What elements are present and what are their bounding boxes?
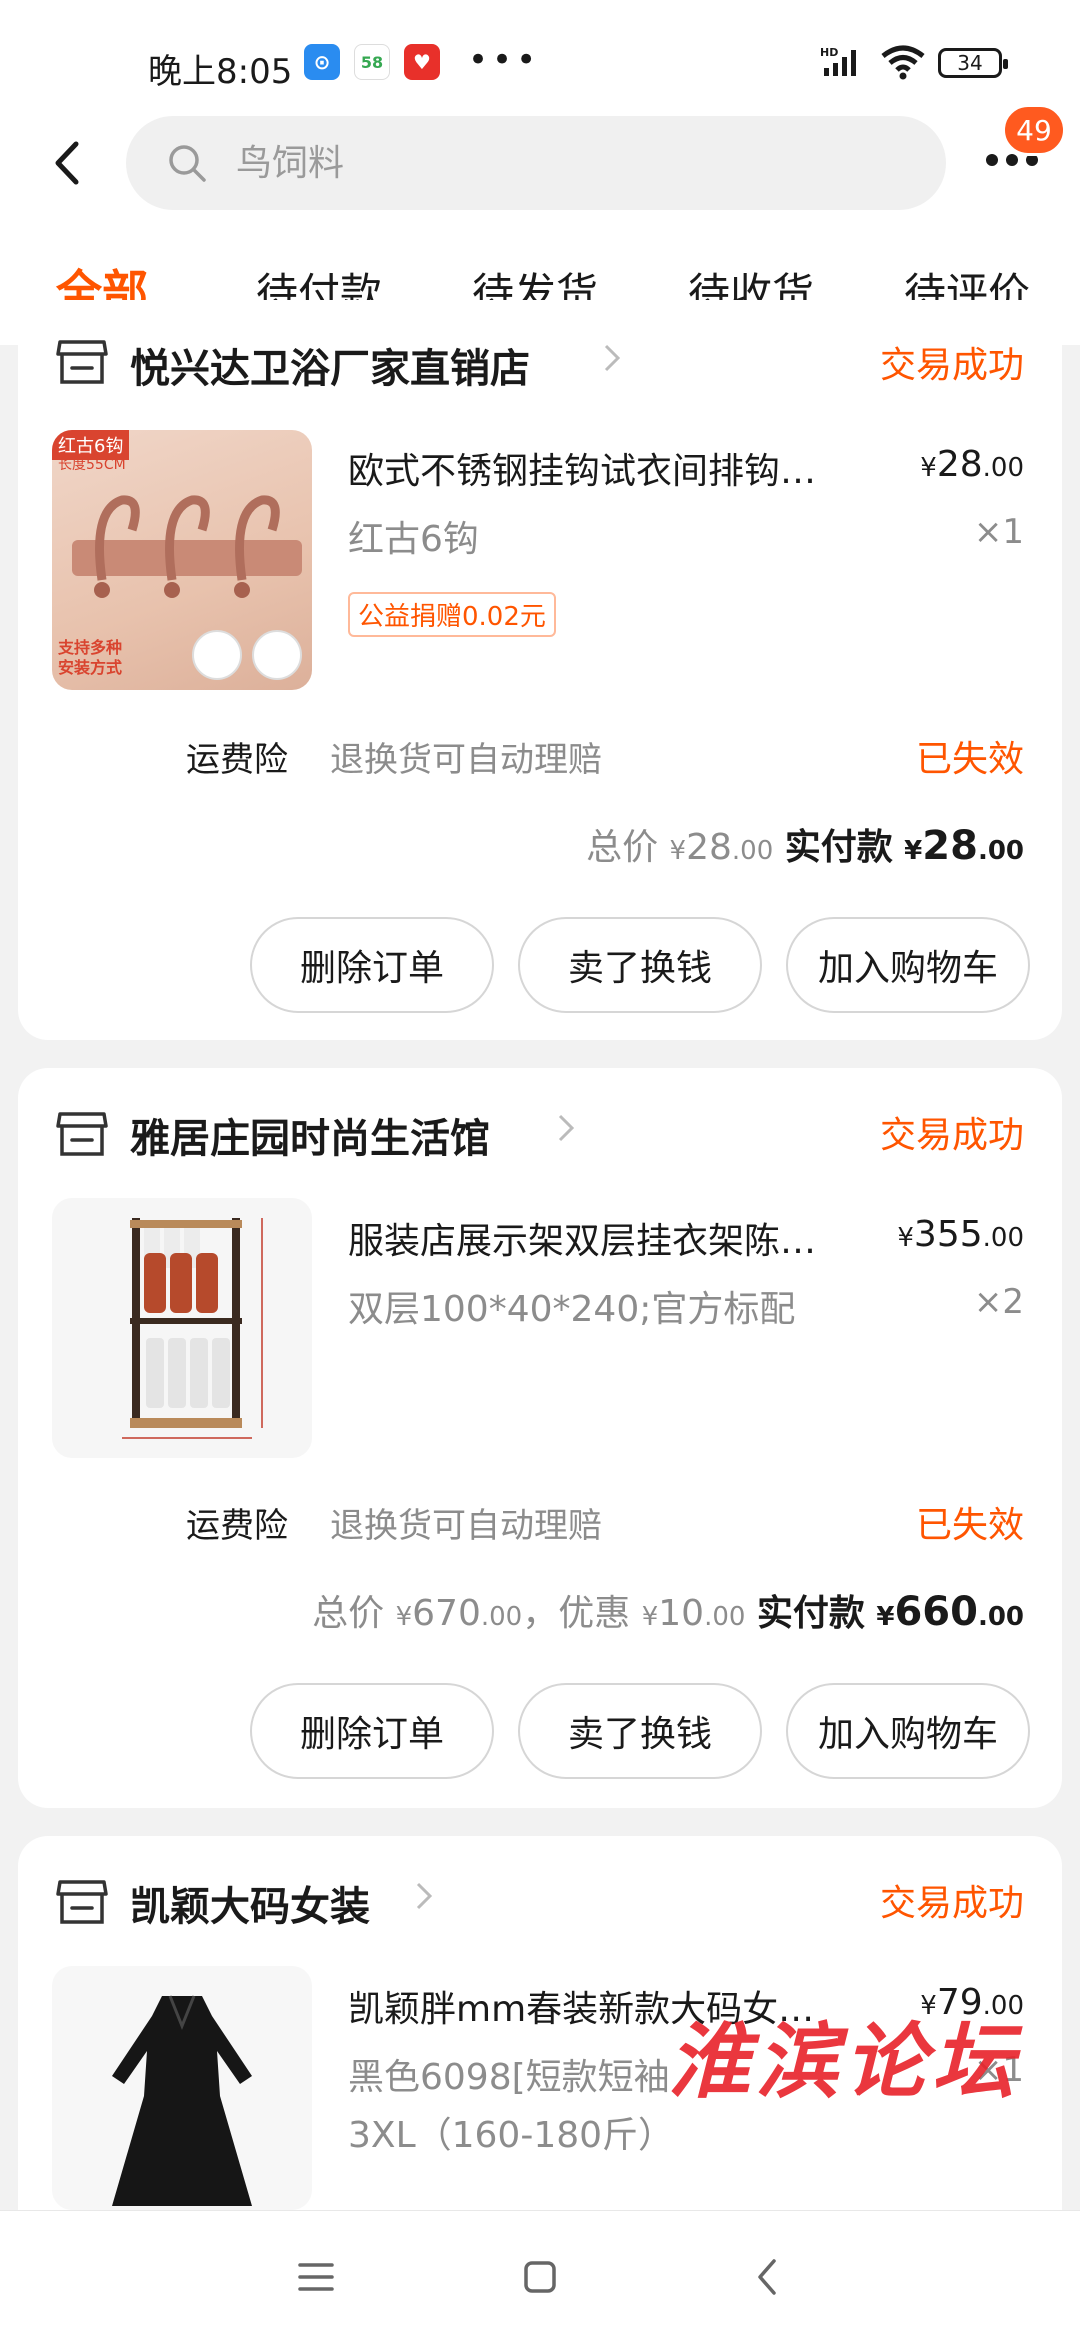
product-image-rack[interactable] — [52, 1198, 312, 1458]
order-totals: 总价 ¥28.00 实付款 ¥28.00 — [586, 823, 1024, 869]
system-nav-bar — [0, 2210, 1080, 2340]
signal-icon: HD — [820, 46, 856, 76]
search-icon — [169, 145, 206, 182]
app-58-icon: 58 — [354, 44, 390, 80]
message-count-badge: 49 — [1002, 104, 1066, 156]
more-dot-icon — [1006, 154, 1018, 166]
product-price: ¥28.00 — [920, 444, 1024, 485]
chevron-right-icon — [604, 344, 621, 372]
more-dot-icon — [986, 154, 998, 166]
shop-name[interactable]: 悦兴达卫浴厂家直销店 — [130, 336, 530, 394]
order-totals: 总价 ¥670.00，优惠 ¥10.00 实付款 ¥660.00 — [312, 1589, 1024, 1635]
menu-icon[interactable] — [286, 2249, 346, 2305]
back-arrow-icon[interactable] — [48, 138, 88, 188]
back-nav-icon[interactable] — [738, 2249, 798, 2305]
product-title[interactable]: 服装店展示架双层挂衣架陈… — [348, 1212, 888, 1264]
order-card: 雅居庄园时尚生活馆 交易成功 服装店展示架双层挂衣架陈… ¥355.00 双层1… — [18, 1068, 1062, 1808]
insurance-label: 运费险 — [186, 1506, 288, 1546]
order-status: 交易成功 — [879, 1115, 1024, 1156]
battery-indicator: 34 — [938, 48, 1008, 78]
search-bar[interactable] — [126, 116, 946, 210]
dress-illustration — [112, 1995, 252, 2206]
insurance-state: 已失效 — [915, 1505, 1024, 1546]
thumb-accessory-icon — [192, 630, 242, 680]
insurance-description: 退换货可自动理赔 — [330, 1506, 602, 1546]
shop-name[interactable]: 雅居庄园时尚生活馆 — [130, 1106, 490, 1164]
forum-watermark: 淮滨论坛 — [668, 2014, 1020, 2110]
product-title[interactable]: 欧式不锈钢挂钩试衣间排钩… — [348, 442, 888, 494]
insurance-label: 运费险 — [186, 740, 288, 780]
charity-tag: 公益捐赠0.02元 — [348, 592, 556, 637]
shop-icon — [56, 340, 108, 384]
product-quantity: ×1 — [973, 512, 1024, 552]
hooks-illustration — [72, 495, 302, 598]
shop-icon — [56, 1112, 108, 1156]
add-to-cart-button[interactable]: 加入购物车 — [786, 1683, 1030, 1779]
thumb-install-note: 支持多种 安装方式 — [58, 638, 122, 678]
insurance-state: 已失效 — [915, 739, 1024, 780]
home-icon[interactable] — [510, 2249, 570, 2305]
delete-order-button[interactable]: 删除订单 — [250, 1683, 494, 1779]
shop-icon — [56, 1880, 108, 1924]
product-sku: 双层100*40*240;官方标配 — [348, 1289, 796, 1330]
rack-illustration — [122, 1218, 263, 1439]
product-price: ¥355.00 — [897, 1214, 1024, 1255]
chevron-right-icon — [558, 1114, 575, 1142]
product-image-dress[interactable] — [52, 1966, 312, 2210]
order-card: 悦兴达卫浴厂家直销店 交易成功 红古6钩 长度55CM 支持多种 安装方式 欧式… — [18, 300, 1062, 1040]
product-sku-size: 3XL（160-180斤） — [348, 2115, 675, 2156]
search-input[interactable] — [236, 136, 916, 190]
order-status: 交易成功 — [879, 345, 1024, 386]
signal-label: HD — [820, 46, 838, 59]
status-time: 晚上8:05 — [148, 52, 293, 92]
chevron-right-icon — [416, 1882, 433, 1910]
wifi-icon — [881, 45, 925, 80]
product-image-hooks[interactable]: 红古6钩 长度55CM 支持多种 安装方式 — [52, 430, 312, 690]
status-bar: 晚上8:05 ⊙ 58 ♥ ••• HD 34 — [0, 0, 1080, 120]
more-notifications-icon: ••• — [468, 40, 541, 80]
resell-button[interactable]: 卖了换钱 — [518, 1683, 762, 1779]
insurance-description: 退换货可自动理赔 — [330, 740, 602, 780]
product-sku: 红古6钩 — [348, 519, 479, 560]
thumb-install-line1: 支持多种 — [58, 638, 123, 657]
top-area: 晚上8:05 ⊙ 58 ♥ ••• HD 34 鸟饲料 49 全部 待付款 待发… — [0, 0, 1080, 345]
add-to-cart-button[interactable]: 加入购物车 — [786, 917, 1030, 1013]
order-status: 交易成功 — [879, 1883, 1024, 1924]
app-pinduoduo-icon: ♥ — [404, 44, 440, 80]
thumb-accessory-icon — [252, 630, 302, 680]
app-notification-icon: ⊙ — [304, 44, 340, 80]
thumb-install-line2: 安装方式 — [58, 658, 123, 677]
product-sku: 黑色6098[短款短袖 — [348, 2057, 670, 2098]
product-quantity: ×2 — [973, 1282, 1024, 1322]
resell-button[interactable]: 卖了换钱 — [518, 917, 762, 1013]
shop-name[interactable]: 凯颖大码女装 — [130, 1874, 370, 1932]
delete-order-button[interactable]: 删除订单 — [250, 917, 494, 1013]
